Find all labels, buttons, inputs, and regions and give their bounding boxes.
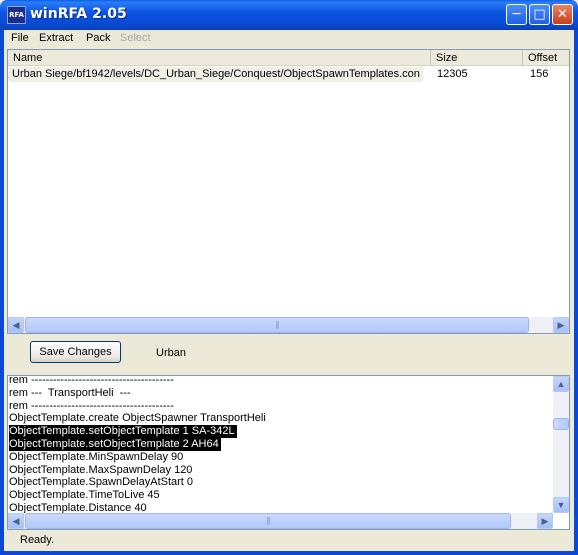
editor-line[interactable]: rem ------------------------------------… [9,374,174,387]
menu-select: Select [120,32,151,44]
menu-extract[interactable]: Extract [39,30,73,47]
maximize-button[interactable]: □ [529,4,550,25]
editor-line[interactable]: ObjectTemplate.MinSpawnDelay 90 [9,451,183,464]
editor-line[interactable]: ObjectTemplate.setObjectTemplate 1 SA-34… [9,425,237,438]
editor-line[interactable]: ObjectTemplate.create ObjectSpawner Tran… [9,412,266,425]
editor-line[interactable]: ObjectTemplate.SpawnDelayAtStart 0 [9,476,193,489]
editor-scroll-left-icon[interactable]: ◀ [8,513,24,529]
minimize-icon: ─ [512,7,521,22]
app-icon: RFA [7,6,26,24]
editor-line[interactable]: ObjectTemplate.TimeToLive 45 [9,489,160,502]
column-header-name[interactable]: Name [8,50,431,66]
scroll-down-icon[interactable]: ▼ [553,497,569,513]
scroll-up-icon[interactable]: ▲ [553,376,569,392]
editor-vertical-scrollbar[interactable] [553,376,569,513]
editor-hscroll-thumb[interactable]: ||| [25,513,511,529]
window-frame-bottom [0,551,578,555]
scroll-right-icon[interactable]: ▶ [553,317,569,333]
map-name-label: Urban [156,347,186,359]
maximize-icon: □ [533,7,546,22]
row-size-cell: 12305 [437,68,468,80]
menu-file[interactable]: File [11,30,29,47]
editor-scroll-right-icon[interactable]: ▶ [537,513,553,529]
column-header-size[interactable]: Size [431,50,523,66]
save-changes-button[interactable]: Save Changes [30,341,121,363]
minimize-button[interactable]: ─ [506,4,527,25]
row-name-cell: Urban Siege/bf1942/levels/DC_Urban_Siege… [12,68,420,80]
menu-pack[interactable]: Pack [86,30,110,47]
window-frame-left [0,30,4,555]
scroll-left-icon[interactable]: ◀ [8,317,24,333]
list-scroll-thumb[interactable]: ||| [25,317,529,333]
editor-vscroll-thumb[interactable] [553,418,569,430]
close-button[interactable]: ✕ [552,4,573,25]
column-header-offset[interactable]: Offset [523,50,569,66]
file-list[interactable] [7,49,570,334]
row-offset-cell: 156 [530,68,549,80]
close-icon: ✕ [557,7,568,22]
status-text: Ready. [20,534,55,546]
window-title: winRFA 2.05 [30,6,127,22]
status-bar [4,531,574,551]
editor-line[interactable]: ObjectTemplate.setObjectTemplate 2 AH64 [9,438,221,451]
editor-line[interactable]: rem --- TransportHeli --- [9,387,131,400]
window-frame-right [574,30,578,555]
